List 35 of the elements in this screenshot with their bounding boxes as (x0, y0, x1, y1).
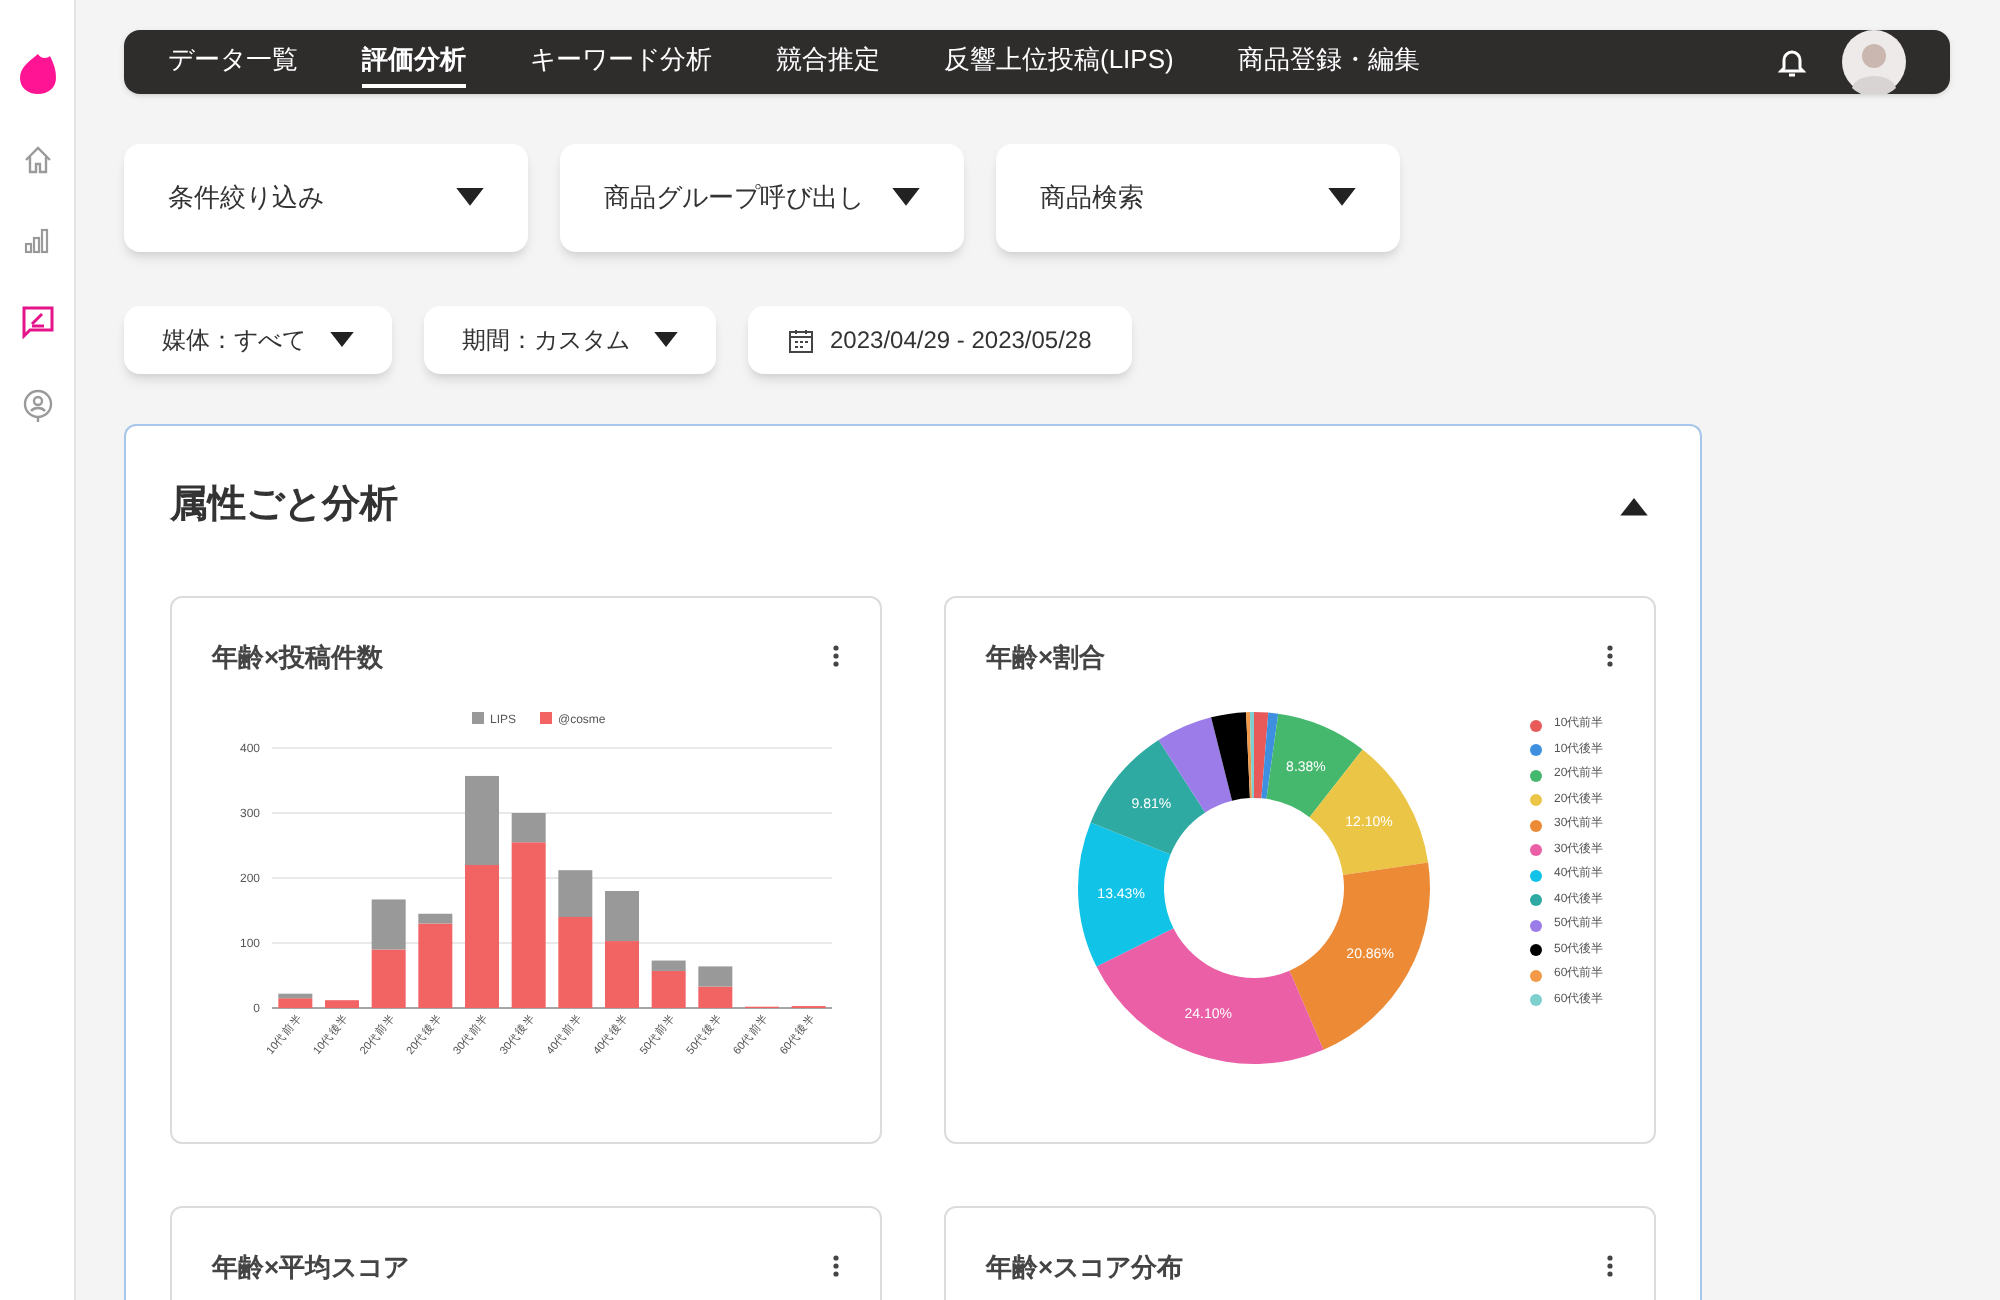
caret-icon (456, 188, 484, 208)
more-options-icon[interactable] (832, 1254, 840, 1279)
avatar[interactable] (1842, 30, 1906, 94)
dropdown-button[interactable]: 期間：カスタム (424, 306, 716, 374)
nav-tab[interactable]: 評価分析 (362, 36, 466, 88)
calendar-icon (788, 327, 814, 353)
more-options-icon[interactable] (832, 644, 840, 669)
caret-icon (1328, 188, 1356, 208)
bell-icon[interactable] (1778, 46, 1806, 78)
chart-title: 年齢×投稿件数 (212, 639, 384, 675)
chart-title: 年齢×平均スコア (212, 1249, 410, 1285)
caret-icon (330, 331, 354, 349)
nav-tab[interactable]: 競合推定 (776, 36, 880, 88)
dropdown-button[interactable]: 媒体：すべて (124, 306, 392, 374)
chart-title: 年齢×スコア分布 (986, 1249, 1184, 1285)
user-badge-icon[interactable] (21, 388, 53, 424)
nav-tab[interactable]: 反響上位投稿(LIPS) (944, 36, 1174, 88)
chart-title: 年齢×割合 (986, 639, 1106, 675)
filter-dropdown[interactable]: 商品グループ呼び出し (560, 144, 964, 252)
caret-icon (1620, 496, 1648, 517)
caret-icon (654, 331, 678, 349)
message-edit-icon[interactable] (19, 304, 55, 340)
bar-chart-icon[interactable] (21, 224, 53, 256)
more-options-icon[interactable] (1606, 1254, 1614, 1279)
more-options-icon[interactable] (1606, 644, 1614, 669)
nav-tab[interactable]: データ一覧 (168, 36, 298, 88)
filter-dropdown[interactable]: 条件絞り込み (124, 144, 528, 252)
date-range-button[interactable]: 2023/04/29 - 2023/05/28 (748, 306, 1132, 374)
nav-tab[interactable]: 商品登録・編集 (1237, 36, 1420, 88)
home-icon[interactable] (21, 144, 53, 176)
flame-logo-icon[interactable] (17, 52, 57, 96)
section-title: 属性ごと分析 (170, 482, 398, 530)
nav-tab[interactable]: キーワード分析 (530, 36, 712, 88)
caret-icon (892, 188, 920, 208)
filter-dropdown[interactable]: 商品検索 (996, 144, 1400, 252)
